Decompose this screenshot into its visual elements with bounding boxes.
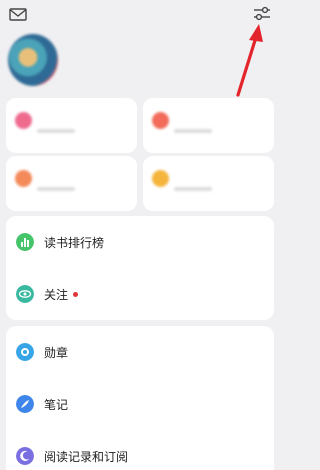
chart-bars-icon (16, 233, 34, 251)
mail-icon[interactable] (9, 7, 27, 22)
asset-value (174, 129, 212, 133)
settings-sliders-icon[interactable] (251, 3, 273, 23)
asset-value (37, 129, 75, 133)
asset-icon (15, 112, 32, 129)
asset-card[interactable] (143, 156, 274, 211)
row-label: 阅读记录和订阅 (44, 450, 129, 464)
profile-header[interactable] (0, 34, 280, 94)
asset-card[interactable] (143, 98, 274, 153)
asset-card[interactable] (6, 98, 137, 153)
top-bar (0, 0, 280, 30)
ranking-row[interactable]: 读书排行榜 (6, 216, 274, 268)
notes-row[interactable]: 笔记 (6, 378, 274, 430)
notification-dot (73, 292, 79, 298)
asset-value (174, 187, 212, 191)
asset-icon (152, 112, 169, 129)
asset-icon (15, 170, 32, 187)
avatar[interactable] (8, 34, 58, 86)
row-label: 关注 (44, 286, 79, 303)
row-label: 勋章 (44, 346, 69, 360)
eye-icon (16, 285, 34, 303)
list-group-1: 读书排行榜 关注 (6, 216, 274, 320)
asset-icon (152, 170, 169, 187)
moon-icon (16, 447, 34, 465)
list-group-2: 勋章 笔记 阅读记录和订阅 (6, 326, 274, 470)
reading-history-row[interactable]: 阅读记录和订阅 (6, 430, 274, 470)
follow-row[interactable]: 关注 (6, 268, 274, 320)
row-label: 读书排行榜 (44, 236, 105, 250)
medal-row[interactable]: 勋章 (6, 326, 274, 378)
asset-value (37, 187, 75, 191)
feather-icon (16, 395, 34, 413)
row-label: 笔记 (44, 398, 69, 412)
asset-card[interactable] (6, 156, 137, 211)
medal-icon (16, 343, 34, 361)
